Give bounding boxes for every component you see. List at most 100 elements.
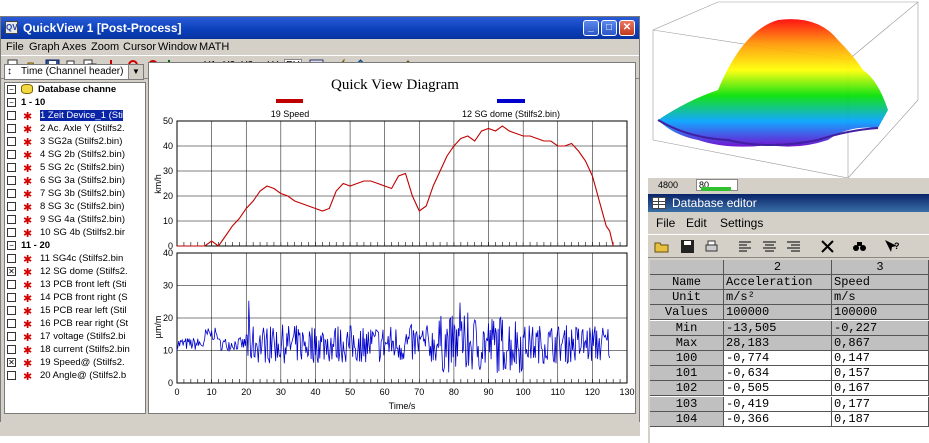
column-header-3[interactable]: 3 bbox=[832, 260, 929, 275]
menu-axes[interactable]: Axes bbox=[62, 41, 86, 53]
grid-cell[interactable]: 0,177 bbox=[832, 396, 929, 412]
grid-corner[interactable] bbox=[650, 260, 724, 275]
db-print-icon[interactable] bbox=[704, 239, 719, 254]
align-left-icon[interactable] bbox=[738, 239, 753, 254]
channel-checkbox[interactable] bbox=[7, 150, 16, 159]
column-header-2[interactable]: 2 bbox=[724, 260, 832, 275]
channel-checkbox[interactable] bbox=[7, 215, 16, 224]
channel-item[interactable]: ✱ 17 voltage (Stilfs2.bi bbox=[5, 331, 145, 344]
channel-tree[interactable]: − Database channe −1 - 10 ✱ 1 Zeit Device_… bbox=[4, 82, 146, 414]
help-icon[interactable]: ? bbox=[884, 239, 899, 254]
tree-group[interactable]: −11 - 20 bbox=[5, 240, 145, 253]
channel-checkbox[interactable] bbox=[7, 137, 16, 146]
grid-cell[interactable]: 28,183 bbox=[724, 335, 832, 351]
row-header[interactable]: 104 bbox=[650, 411, 724, 427]
grid-cell[interactable]: 100000 bbox=[724, 305, 832, 321]
channel-checkbox[interactable] bbox=[7, 254, 16, 263]
channel-checkbox[interactable]: ✕ bbox=[7, 358, 16, 367]
channel-combo[interactable]: ↕ Time (Channel header) ▼ bbox=[4, 64, 144, 80]
channel-item[interactable]: ✱ 1 Zeit Device_1 (Sti bbox=[5, 110, 145, 123]
db-open-icon[interactable] bbox=[654, 239, 669, 254]
quick-view-diagram[interactable]: Quick View Diagram 19 Speed 12 SG dome (… bbox=[149, 63, 635, 413]
align-right-icon[interactable] bbox=[786, 239, 801, 254]
grid-cell[interactable]: 0,147 bbox=[832, 351, 929, 366]
row-header[interactable]: 103 bbox=[650, 396, 724, 412]
tree-expander[interactable]: − bbox=[7, 241, 16, 250]
maximize-button[interactable]: □ bbox=[601, 20, 617, 36]
db-menu-edit[interactable]: Edit bbox=[686, 216, 707, 230]
channel-item[interactable]: ✱ 20 Angle@ (Stilfs2.b bbox=[5, 370, 145, 383]
menu-zoom[interactable]: Zoom bbox=[91, 41, 119, 53]
channel-checkbox[interactable] bbox=[7, 293, 16, 302]
channel-checkbox[interactable] bbox=[7, 111, 16, 120]
channel-item[interactable]: ✱ 15 PCB rear left (Stil bbox=[5, 305, 145, 318]
grid-cell[interactable]: 0,157 bbox=[832, 366, 929, 382]
channel-item[interactable]: ✕ ✱ 12 SG dome (Stilfs2. bbox=[5, 266, 145, 279]
row-header[interactable]: 100 bbox=[650, 351, 724, 366]
title-bar[interactable]: QV QuickView 1 [Post-Process] _ □ ✕ bbox=[1, 17, 639, 39]
grid-cell[interactable]: Speed bbox=[832, 275, 929, 290]
grid-cell[interactable]: 0,167 bbox=[832, 381, 929, 397]
minimize-button[interactable]: _ bbox=[583, 20, 599, 36]
plot-panel[interactable]: Quick View Diagram 19 Speed 12 SG dome (… bbox=[148, 62, 636, 414]
channel-item[interactable]: ✱ 6 SG 3a (Stilfs2.bin) bbox=[5, 175, 145, 188]
menu-file[interactable]: File bbox=[6, 41, 24, 53]
channel-item[interactable]: ✱ 18 current (Stilfs2.bin bbox=[5, 344, 145, 357]
db-menu-file[interactable]: File bbox=[656, 216, 675, 230]
tree-expander[interactable]: − bbox=[7, 85, 16, 94]
channel-checkbox[interactable] bbox=[7, 163, 16, 172]
channel-checkbox[interactable] bbox=[7, 176, 16, 185]
menu-math[interactable]: MATH bbox=[199, 41, 229, 53]
channel-item[interactable]: ✱ 13 PCB front left (Sti bbox=[5, 279, 145, 292]
db-save-icon[interactable] bbox=[680, 239, 695, 254]
delete-icon[interactable] bbox=[820, 239, 835, 254]
channel-item[interactable]: ✱ 3 SG2a (Stilfs2.bin) bbox=[5, 136, 145, 149]
grid-cell[interactable]: -0,227 bbox=[832, 320, 929, 336]
channel-item[interactable]: ✱ 8 SG 3c (Stilfs2.bin) bbox=[5, 201, 145, 214]
grid-cell[interactable]: -0,366 bbox=[724, 411, 832, 427]
channel-item[interactable]: ✱ 7 SG 3b (Stilfs2.bin) bbox=[5, 188, 145, 201]
channel-checkbox[interactable] bbox=[7, 345, 16, 354]
tree-root[interactable]: − Database channe bbox=[5, 84, 145, 97]
row-header[interactable]: Max bbox=[650, 335, 724, 351]
channel-item[interactable]: ✱ 14 PCB front right (S bbox=[5, 292, 145, 305]
channel-checkbox[interactable] bbox=[7, 280, 16, 289]
channel-item[interactable]: ✕ ✱ 19 Speed@ (Stilfs2. bbox=[5, 357, 145, 370]
channel-item[interactable]: ✱ 16 PCB rear right (St bbox=[5, 318, 145, 331]
chevron-down-icon[interactable]: ▼ bbox=[128, 65, 143, 79]
grid-cell[interactable]: -0,634 bbox=[724, 366, 832, 382]
channel-item[interactable]: ✱ 11 SG4c (Stilfs2.bin bbox=[5, 253, 145, 266]
channel-checkbox[interactable]: ✕ bbox=[7, 267, 16, 276]
grid-cell[interactable]: -0,774 bbox=[724, 351, 832, 366]
row-header[interactable]: Values bbox=[650, 305, 724, 321]
grid-cell[interactable]: 100000 bbox=[832, 305, 929, 321]
close-button[interactable]: ✕ bbox=[619, 20, 635, 36]
channel-checkbox[interactable] bbox=[7, 228, 16, 237]
menu-cursor[interactable]: Cursor bbox=[123, 41, 156, 53]
db-menu-settings[interactable]: Settings bbox=[720, 216, 763, 230]
grid-cell[interactable]: -13,505 bbox=[724, 320, 832, 336]
row-header[interactable]: 102 bbox=[650, 381, 724, 397]
channel-checkbox[interactable] bbox=[7, 332, 16, 341]
tree-group[interactable]: −1 - 10 bbox=[5, 97, 145, 110]
grid-cell[interactable]: 0,187 bbox=[832, 411, 929, 427]
channel-checkbox[interactable] bbox=[7, 306, 16, 315]
row-header[interactable]: Name bbox=[650, 275, 724, 290]
channel-item[interactable]: ✱ 2 Ac. Axle Y (Stilfs2. bbox=[5, 123, 145, 136]
channel-item[interactable]: ✱ 9 SG 4a (Stilfs2.bin) bbox=[5, 214, 145, 227]
align-center-icon[interactable] bbox=[762, 239, 777, 254]
grid-cell[interactable]: m/s bbox=[832, 290, 929, 306]
grid-cell[interactable]: Acceleration bbox=[724, 275, 832, 290]
row-header[interactable]: 101 bbox=[650, 366, 724, 382]
menu-graph[interactable]: Graph bbox=[29, 41, 60, 53]
grid-cell[interactable]: -0,505 bbox=[724, 381, 832, 397]
channel-checkbox[interactable] bbox=[7, 319, 16, 328]
db-grid[interactable]: 2 3 Name Acceleration Speed Unit m/s² m/s Values… bbox=[650, 260, 929, 443]
tree-expander[interactable]: − bbox=[7, 98, 16, 107]
grid-cell[interactable]: -0,419 bbox=[724, 396, 832, 412]
channel-item[interactable]: ✱ 10 SG 4b (Stilfs2.bir bbox=[5, 227, 145, 240]
channel-checkbox[interactable] bbox=[7, 124, 16, 133]
find-icon[interactable] bbox=[852, 239, 867, 254]
grid-cell[interactable]: m/s² bbox=[724, 290, 832, 306]
db-title-bar[interactable]: Database editor bbox=[648, 194, 929, 212]
